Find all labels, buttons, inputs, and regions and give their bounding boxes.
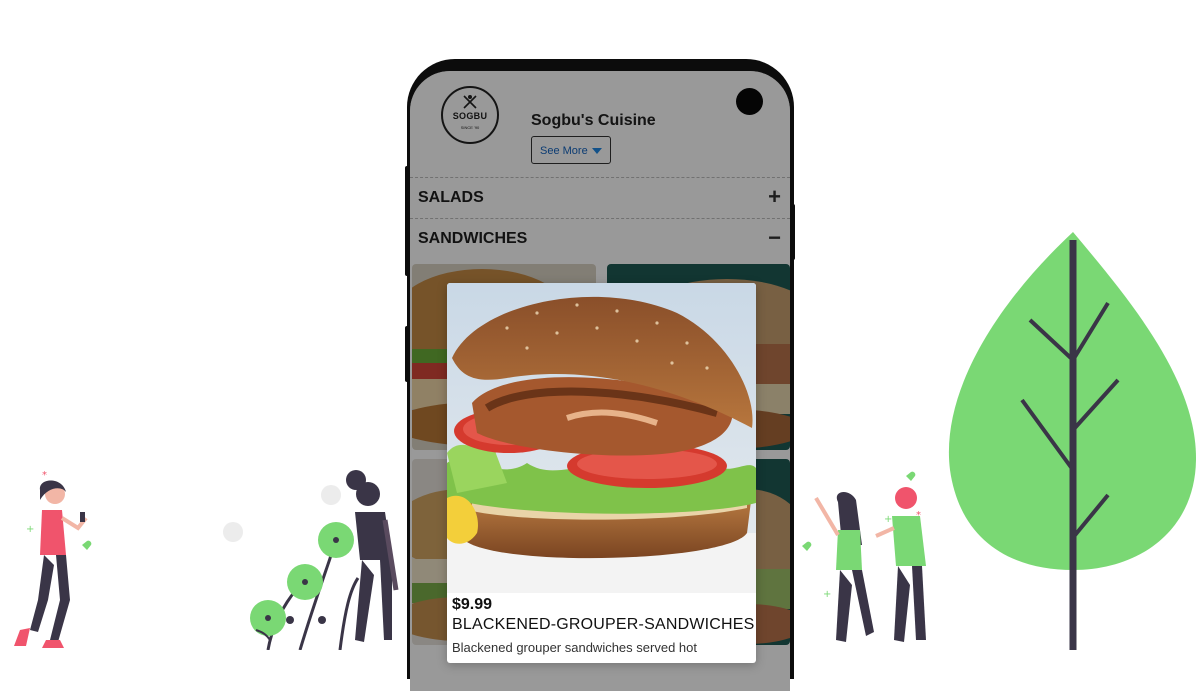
dot — [321, 485, 341, 505]
item-photo — [447, 283, 756, 593]
person-illustration — [346, 470, 399, 642]
svg-text:*: * — [916, 510, 921, 521]
svg-text:+: + — [823, 589, 831, 600]
dot — [223, 522, 243, 542]
item-description: Blackened grouper sandwiches served hot — [452, 640, 697, 655]
person-with-phone-illustration: + * — [14, 470, 92, 648]
plant-illustration — [250, 522, 360, 650]
svg-text:+: + — [884, 514, 892, 525]
item-price: $9.99 — [452, 596, 493, 613]
item-name: BLACKENED-GROUPER-SANDWICHES — [452, 616, 755, 633]
item-detail-card: $9.99 BLACKENED-GROUPER-SANDWICHES Black… — [447, 283, 756, 663]
camera-hole — [736, 88, 763, 115]
tree-illustration — [948, 232, 1197, 650]
svg-text:+: + — [26, 524, 34, 535]
people-pointing-illustration: + + * — [802, 471, 926, 642]
svg-text:*: * — [42, 470, 47, 481]
